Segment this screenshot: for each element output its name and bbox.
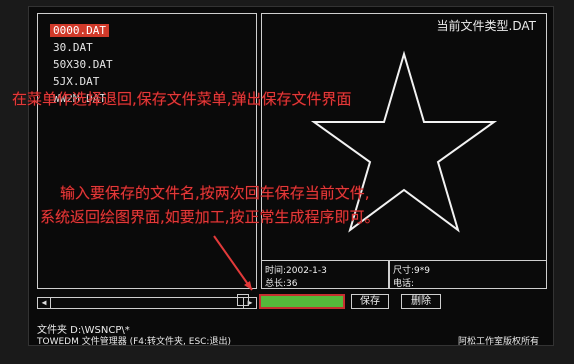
left-arrow-button[interactable] <box>237 294 249 306</box>
filename-input[interactable] <box>259 294 345 309</box>
phone-label: 电话: <box>393 279 415 289</box>
file-item[interactable]: 50X30.DAT <box>50 58 116 71</box>
file-item[interactable]: 5JX.DAT <box>50 75 102 88</box>
length-label: 总长:36 <box>265 279 298 289</box>
file-list-panel: 0000.DAT 30.DAT 50X30.DAT 5JX.DAT WW2M.D… <box>37 13 257 289</box>
annotation-line-2: 输入要保存的文件名,按两次回车保存当前文件, <box>60 184 370 202</box>
time-label: 时间:2002-1-3 <box>265 266 327 276</box>
screen: 0000.DAT 30.DAT 50X30.DAT 5JX.DAT WW2M.D… <box>28 6 554 347</box>
save-button[interactable]: 保存 <box>351 294 389 309</box>
size-label: 尺寸:9*9 <box>393 266 430 276</box>
scroll-left-icon[interactable]: ◀ <box>38 298 51 308</box>
delete-button[interactable]: 删除 <box>401 294 441 309</box>
annotation-line-3: 系统返回绘图界面,如要加工,按正常生成程序即可。 <box>40 208 380 226</box>
info-box-right: 尺寸:9*9 电话: <box>389 260 547 289</box>
file-item[interactable]: 0000.DAT <box>50 24 109 37</box>
status-bar: TOWEDM 文件管理器 (F4:转文件夹, ESC:退出) <box>37 337 231 347</box>
copyright-text: 阿松工作室版权所有 <box>457 337 539 347</box>
file-item[interactable]: 30.DAT <box>50 41 96 54</box>
info-box-left: 时间:2002-1-3 总长:36 <box>261 260 389 289</box>
horizontal-scrollbar[interactable]: ◀ ▶ <box>37 297 257 309</box>
annotation-line-1: 在菜单作选择退回,保存文件菜单,弹出保存文件界面 <box>12 90 352 108</box>
